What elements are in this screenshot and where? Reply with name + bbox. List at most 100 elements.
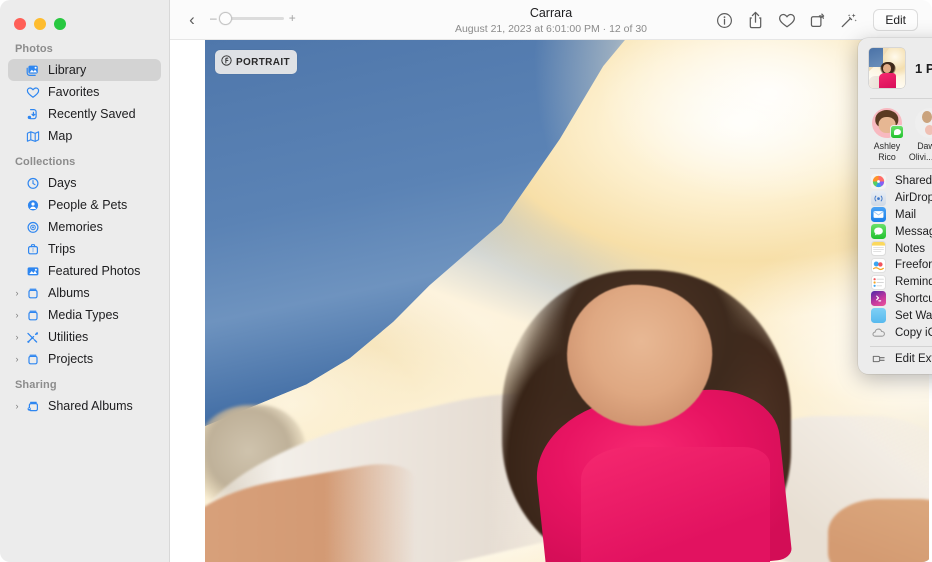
sidebar-item-albums[interactable]: › Albums: [8, 282, 161, 304]
sidebar-item-label: Utilities: [43, 330, 88, 344]
sidebar-item-label: Library: [43, 63, 86, 77]
share-icon[interactable]: [740, 5, 771, 35]
share-item-mail[interactable]: Mail: [858, 207, 932, 224]
selected-photo-thumbnail: [869, 48, 905, 88]
back-button[interactable]: ‹: [184, 10, 200, 30]
sidebar-item-trips[interactable]: Trips: [8, 238, 161, 260]
zoom-out-icon[interactable]: –: [210, 13, 217, 23]
recently-saved-icon: [23, 108, 43, 121]
popover-header: 1 Photo Selected: [858, 38, 932, 98]
chevron-right-icon[interactable]: ›: [8, 289, 23, 298]
share-item-label: AirDrop: [895, 192, 932, 204]
share-suggestion-group[interactable]: Dawn, Olivi...hers: [909, 108, 932, 162]
sidebar-section-sharing-header: Sharing: [0, 370, 169, 395]
divider: [870, 346, 932, 347]
share-item-label: Shared Albums: [895, 175, 932, 187]
rotate-icon[interactable]: [802, 5, 833, 35]
enhance-icon[interactable]: [833, 5, 864, 35]
share-item-label: Reminders: [895, 276, 932, 288]
sidebar-item-label: Media Types: [43, 308, 119, 322]
featured-photo-icon: [23, 265, 43, 278]
photo-pink-top-lower: [581, 447, 769, 562]
share-item-shared-albums[interactable]: Shared Albums: [858, 173, 932, 190]
photos-library-icon: [23, 64, 43, 77]
zoom-slider-track[interactable]: [222, 17, 284, 20]
favorite-icon[interactable]: [771, 5, 802, 35]
share-item-shortcuts[interactable]: Shortcuts: [858, 291, 932, 308]
portrait-badge[interactable]: PORTRAIT: [215, 50, 297, 74]
sidebar-item-map[interactable]: Map: [8, 125, 161, 147]
avatar: [915, 108, 932, 138]
zoom-slider-knob[interactable]: [219, 12, 232, 25]
photos-window: Photos Library Favorites Recently Saved: [0, 0, 932, 562]
share-item-airdrop[interactable]: AirDrop: [858, 190, 932, 207]
share-item-edit-extensions[interactable]: Edit Extensions…: [858, 351, 932, 368]
sidebar-item-memories[interactable]: Memories: [8, 216, 161, 238]
sidebar-item-people-and-pets[interactable]: People & Pets: [8, 194, 161, 216]
share-item-label: Copy iCloud Link: [895, 327, 932, 339]
album-icon: [23, 309, 43, 322]
close-button[interactable]: [14, 18, 26, 30]
sidebar-item-shared-albums[interactable]: › Shared Albums: [8, 395, 161, 417]
sidebar-item-utilities[interactable]: › Utilities: [8, 326, 161, 348]
sidebar-item-label: Albums: [43, 286, 90, 300]
map-icon: [23, 130, 43, 143]
toolbar-actions: Edit: [709, 0, 918, 40]
sidebar-item-media-types[interactable]: › Media Types: [8, 304, 161, 326]
share-item-label: Notes: [895, 243, 925, 255]
share-item-freeform[interactable]: Freeform: [858, 257, 932, 274]
album-icon: [23, 353, 43, 366]
sidebar-item-label: Projects: [43, 352, 93, 366]
chevron-right-icon[interactable]: ›: [8, 402, 23, 411]
maximize-button[interactable]: [54, 18, 66, 30]
zoom-slider[interactable]: – +: [210, 13, 296, 23]
sidebar-item-label: Trips: [43, 242, 75, 256]
photo-image[interactable]: PORTRAIT: [205, 40, 929, 562]
sidebar-item-label: Recently Saved: [43, 107, 136, 121]
share-item-notes[interactable]: Notes: [858, 240, 932, 257]
notes-icon: [871, 241, 886, 256]
heart-icon: [23, 86, 43, 99]
sidebar-item-days[interactable]: Days: [8, 172, 161, 194]
suggestion-label: Dawn, Olivi...hers: [907, 141, 932, 162]
sidebar-item-projects[interactable]: › Projects: [8, 348, 161, 370]
toolbar: ‹ – + Carrara August 21, 2023 at 6:01:00…: [170, 0, 932, 40]
sidebar-item-recently-saved[interactable]: Recently Saved: [8, 103, 161, 125]
share-suggestions: Ashley Rico Dawn, Olivi...hers: [858, 99, 932, 168]
share-item-label: Mail: [895, 209, 916, 221]
airdrop-icon: [871, 191, 886, 206]
extensions-plug-icon: [871, 352, 886, 367]
edit-button[interactable]: Edit: [873, 9, 918, 31]
shortcuts-icon: [871, 291, 886, 306]
zoom-in-icon[interactable]: +: [289, 13, 296, 23]
photo-right-arm: [828, 499, 929, 562]
chevron-right-icon[interactable]: ›: [8, 355, 23, 364]
reminders-icon: [871, 275, 886, 290]
share-item-set-wallpaper[interactable]: Set Wallpaper: [858, 307, 932, 324]
utilities-icon: [23, 331, 43, 344]
share-item-label: Shortcuts: [895, 293, 932, 305]
share-item-label: Freeform: [895, 259, 932, 271]
share-item-copy-icloud-link[interactable]: Copy iCloud Link: [858, 324, 932, 341]
sidebar-item-label: Favorites: [43, 85, 99, 99]
minimize-button[interactable]: [34, 18, 46, 30]
selection-count-label: 1 Photo Selected: [915, 61, 932, 76]
album-icon: [23, 287, 43, 300]
suggestion-label: Ashley Rico: [864, 141, 910, 162]
share-suggestion-ashley-rico[interactable]: Ashley Rico: [866, 108, 908, 162]
sidebar-item-favorites[interactable]: Favorites: [8, 81, 161, 103]
shared-album-icon: [23, 400, 43, 413]
sidebar-item-featured-photos[interactable]: Featured Photos: [8, 260, 161, 282]
info-icon[interactable]: [709, 5, 740, 35]
sidebar-item-label: Days: [43, 176, 76, 190]
share-item-messages[interactable]: Messages: [858, 223, 932, 240]
sidebar-item-library[interactable]: Library: [8, 59, 161, 81]
portrait-badge-label: PORTRAIT: [236, 57, 290, 68]
chevron-right-icon[interactable]: ›: [8, 311, 23, 320]
suitcase-icon: [23, 243, 43, 256]
sidebar: Photos Library Favorites Recently Saved: [0, 0, 170, 562]
sidebar-section-photos-header: Photos: [0, 34, 169, 59]
chevron-right-icon[interactable]: ›: [8, 333, 23, 342]
sidebar-item-label: Featured Photos: [43, 264, 140, 278]
share-item-reminders[interactable]: Reminders: [858, 274, 932, 291]
